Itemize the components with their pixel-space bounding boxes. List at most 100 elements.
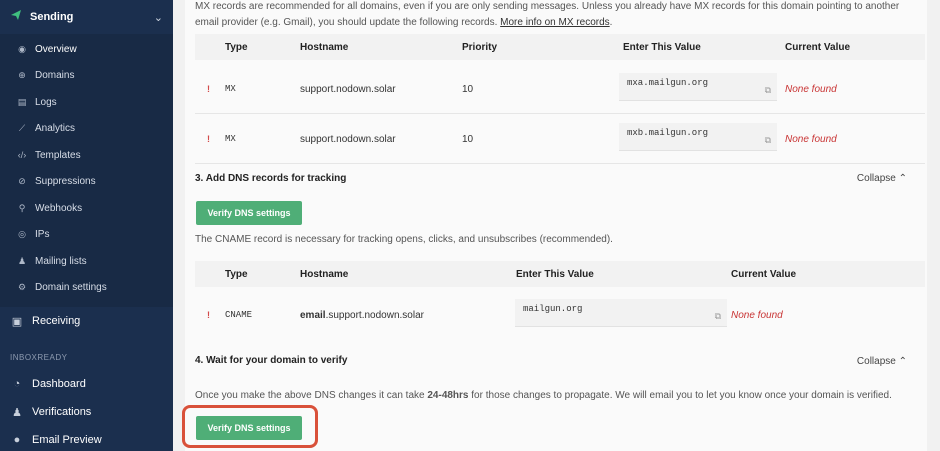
verify-note-text: for those changes to propagate. We will … [468, 390, 892, 401]
record-type: MX [225, 84, 236, 94]
col-current: Current Value [731, 268, 797, 280]
sidebar-item-label: Receiving [32, 315, 81, 327]
sidebar-item-webhooks[interactable]: ⚲ Webhooks [0, 195, 173, 222]
sidebar-item-overview[interactable]: ◉ Overview [0, 36, 173, 63]
col-value: Enter This Value [516, 268, 594, 280]
record-value: mxa.mailgun.org [627, 78, 709, 88]
col-priority: Priority [462, 41, 498, 53]
gear-icon: ⚙ [17, 282, 27, 293]
copy-icon[interactable]: ⧉ [715, 311, 721, 322]
table-row: ! CNAME email .support.nodown.solar mailg… [195, 290, 925, 340]
sidebar-section-sending[interactable]: Sending ⌄ [0, 0, 173, 34]
verify-section-title: 4. Wait for your domain to verify [195, 355, 348, 366]
sidebar-item-domain-settings[interactable]: ⚙ Domain settings [0, 275, 173, 302]
sidebar-item-label: Suppressions [35, 176, 96, 188]
record-current-value: None found [785, 133, 837, 145]
people-icon: ♟ [17, 255, 27, 266]
sidebar-item-logs[interactable]: ▤ Logs [0, 89, 173, 116]
sidebar-item-analytics[interactable]: ⟋ Analytics [0, 116, 173, 143]
pin-icon: ● [13, 434, 21, 446]
record-hostname: support.nodown.solar [300, 133, 396, 145]
warning-icon: ! [207, 310, 210, 320]
record-value: mailgun.org [523, 304, 583, 314]
record-hostname: email .support.nodown.solar [300, 290, 424, 340]
people-icon: ♟ [12, 406, 22, 419]
code-icon: ‹/› [17, 150, 27, 161]
highlight-annotation [182, 405, 318, 448]
chevron-up-icon: ⌃ [898, 356, 907, 367]
mx-intro-text: MX records are recommended for all domai… [195, 0, 925, 31]
sidebar-group-label: INBOXREADY [10, 353, 68, 362]
record-value-box[interactable]: mxa.mailgun.org ⧉ [619, 73, 777, 101]
col-value: Enter This Value [623, 41, 701, 53]
mx-intro-text-part: email provider (e.g. Gmail), you should … [195, 17, 498, 28]
record-hostname: support.nodown.solar [300, 83, 396, 95]
record-type: CNAME [225, 310, 253, 320]
col-type: Type [225, 41, 248, 53]
sidebar-item-dashboard[interactable]: ◔ Dashboard [0, 370, 173, 398]
sidebar-item-domains[interactable]: ⊕ Domains [0, 63, 173, 90]
mx-intro-period: . [609, 17, 613, 28]
chevron-up-icon: ⌃ [898, 173, 907, 184]
sidebar-item-label: Overview [35, 43, 77, 55]
sidebar-item-label: Email Preview [32, 434, 102, 446]
dns-records-content: MX records are recommended for all domai… [185, 0, 927, 451]
copy-icon[interactable]: ⧉ [765, 85, 771, 96]
paper-plane-icon [10, 8, 22, 26]
verify-note-duration: 24-48hrs [427, 390, 469, 401]
record-current-value: None found [731, 309, 783, 321]
sidebar-item-label: Webhooks [35, 202, 83, 214]
dashboard-icon: ◔ [13, 378, 21, 390]
location-icon: ◎ [18, 229, 26, 240]
mx-table-header: Type Hostname Priority Enter This Value … [195, 34, 925, 60]
col-hostname: Hostname [300, 268, 349, 280]
record-value-box[interactable]: mxb.mailgun.org ⧉ [619, 123, 777, 151]
sidebar-item-label: Domains [35, 70, 75, 82]
record-current-value: None found [785, 83, 837, 95]
collapse-label: Collapse [856, 356, 896, 367]
sidebar-item-label: Mailing lists [35, 255, 87, 267]
record-type: MX [225, 134, 236, 144]
col-current: Current Value [785, 41, 851, 53]
sidebar-item-ips[interactable]: ◎ IPs [0, 222, 173, 249]
block-icon: ⊘ [18, 176, 26, 187]
verify-dns-button-tracking[interactable]: Verify DNS settings [196, 201, 302, 225]
verify-note-text: Once you make the above DNS changes it c… [195, 390, 428, 401]
sidebar-item-suppressions[interactable]: ⊘ Suppressions [0, 169, 173, 196]
eye-icon: ◉ [18, 43, 26, 54]
warning-icon: ! [207, 84, 210, 94]
cname-note: The CNAME record is necessary for tracki… [195, 234, 613, 245]
inbox-icon: ▣ [11, 315, 23, 328]
sidebar-item-email-preview[interactable]: ● Email Preview [0, 426, 173, 451]
sidebar-item-templates[interactable]: ‹/› Templates [0, 142, 173, 169]
table-row: ! MX support.nodown.solar 10 mxa.mailgun… [195, 64, 925, 114]
sidebar-item-mailing-lists[interactable]: ♟ Mailing lists [0, 248, 173, 275]
tracking-collapse-toggle[interactable]: Collapse ⌃ [857, 173, 907, 184]
hostname-domain: .support.nodown.solar [325, 309, 424, 321]
main-panel: MX records are recommended for all domai… [173, 0, 940, 451]
document-icon: ▤ [17, 96, 27, 107]
verify-note: Once you make the above DNS changes it c… [195, 390, 892, 401]
sidebar-sending-items: ◉ Overview ⊕ Domains ▤ Logs ⟋ Analytics ‹/› T… [0, 34, 173, 307]
sidebar-item-label: Templates [35, 149, 81, 161]
sidebar-section-label: Sending [30, 11, 74, 23]
mx-intro-line: email provider (e.g. Gmail), you should … [195, 15, 925, 31]
sidebar-item-label: Verifications [32, 406, 92, 418]
tracking-section-title: 3. Add DNS records for tracking [195, 173, 347, 184]
sidebar-item-label: Logs [35, 96, 57, 108]
verify-collapse-toggle[interactable]: Collapse ⌃ [857, 356, 907, 367]
sidebar-item-label: Dashboard [32, 378, 86, 390]
table-row: ! MX support.nodown.solar 10 mxb.mailgun… [195, 114, 925, 164]
webhook-icon: ⚲ [18, 202, 26, 213]
copy-icon[interactable]: ⧉ [765, 135, 771, 146]
record-value: mxb.mailgun.org [627, 128, 709, 138]
col-hostname: Hostname [300, 41, 349, 53]
mx-info-link[interactable]: More info on MX records [500, 17, 610, 28]
warning-icon: ! [207, 134, 210, 144]
record-value-box[interactable]: mailgun.org ⧉ [515, 299, 727, 327]
sidebar-item-receiving[interactable]: ▣ Receiving [0, 307, 173, 335]
chevron-down-icon[interactable]: ⌄ [154, 11, 163, 24]
cname-table-header: Type Hostname Enter This Value Current V… [195, 261, 925, 287]
sidebar: Sending ⌄ ◉ Overview ⊕ Domains ▤ Logs ⟋ Anal… [0, 0, 173, 451]
sidebar-item-verifications[interactable]: ♟ Verifications [0, 398, 173, 426]
